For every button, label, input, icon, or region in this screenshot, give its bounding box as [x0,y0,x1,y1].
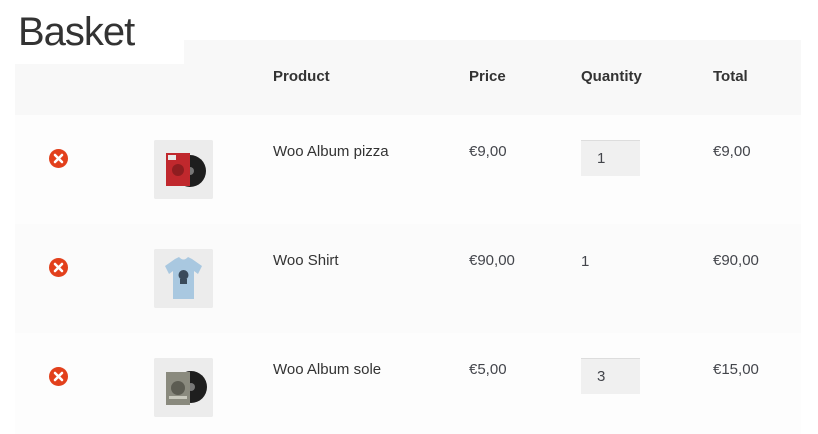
remove-icon [53,153,64,164]
quantity-input[interactable] [581,140,640,176]
product-name-link[interactable]: Woo Album pizza [273,142,389,162]
line-total: €15,00 [713,361,759,378]
line-total: €9,00 [713,143,751,160]
remove-icon [53,371,64,382]
shirt-icon [154,249,213,308]
header-price: Price [469,68,506,85]
product-price: €5,00 [469,361,507,378]
line-total: €90,00 [713,252,759,269]
table-row: Woo Album pizza €9,00 €9,00 [15,115,801,224]
table-row: Woo Shirt €90,00 1 €90,00 [15,224,801,333]
header-quantity: Quantity [581,68,642,85]
table-row: Woo Album sole €5,00 €15,00 [15,333,801,434]
product-price: €9,00 [469,143,507,160]
product-thumbnail[interactable] [154,249,213,308]
product-thumbnail[interactable] [154,358,213,417]
basket-page: Basket Product Price Quantity Total Woo … [0,0,818,434]
header-product: Product [273,68,330,85]
basket-table: Product Price Quantity Total Woo Album p… [15,40,801,434]
quantity-input[interactable] [581,358,640,394]
remove-item-button[interactable] [49,149,68,168]
product-name-link[interactable]: Woo Album sole [273,360,381,380]
remove-icon [53,262,64,273]
album-sole-icon [154,358,213,417]
remove-item-button[interactable] [49,367,68,386]
page-title: Basket [18,10,135,54]
remove-item-button[interactable] [49,258,68,277]
album-pizza-icon [154,140,213,199]
product-price: €90,00 [469,252,515,269]
quantity-value: 1 [581,253,590,270]
product-name-link[interactable]: Woo Shirt [273,251,339,271]
header-total: Total [713,68,748,85]
product-thumbnail[interactable] [154,140,213,199]
